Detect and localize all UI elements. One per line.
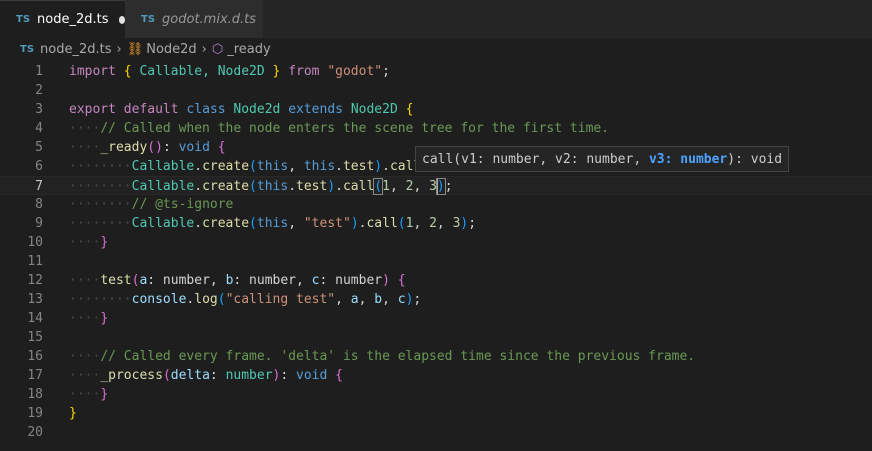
tab-node-2d-ts[interactable]: TS node_2d.ts [0,0,125,38]
typescript-file-icon: TS [20,43,35,55]
line-number: 8 [35,197,43,212]
signature-suffix: ): void [727,151,783,167]
code-line: 15 [0,328,872,347]
class-symbol-icon: ⛓ [126,41,144,57]
code-line: 4 ····// Called when the node enters the… [0,119,872,138]
code-line: 16 ····// Called every frame. 'delta' is… [0,347,872,366]
tab-label: godot.mix.d.ts [162,11,257,27]
method-symbol-icon: ⬡ [211,41,224,57]
code-line: 11 [0,252,872,271]
code-line: 3 export default class Node2d extends No… [0,100,872,119]
code-line-current: 7 ········Callable.create(this.test).cal… [0,176,872,195]
line-number: 4 [35,121,43,136]
chevron-right-icon: › [116,41,122,57]
signature-help-tooltip: call(v1: number, v2: number, v3: number)… [415,146,790,172]
code-line: 20 [0,423,872,442]
tab-bar: TS node_2d.ts TS godot.mix.d.ts [0,0,872,38]
code-line: 14 ····} [0,309,872,328]
line-number: 10 [27,235,43,250]
line-number: 18 [27,387,43,402]
code-line: 12 ····test(a: number, b: number, c: num… [0,271,872,290]
line-number: 17 [27,368,43,383]
code-editor[interactable]: 1 import { Callable, Node2D } from "godo… [0,60,872,451]
signature-active-param: v3: number [648,151,728,167]
line-number: 1 [35,64,43,79]
chevron-right-icon: › [201,41,207,57]
breadcrumb-class[interactable]: Node2d [146,42,196,57]
code-line: 10 ····} [0,233,872,252]
code-line: 19 } [0,404,872,423]
line-number: 11 [27,254,43,269]
typescript-file-icon: TS [141,13,156,25]
line-number: 9 [35,216,43,231]
typescript-file-icon: TS [16,14,31,25]
line-number: 6 [35,159,43,174]
tab-label: node_2d.ts [37,12,109,27]
tab-godot-mix-d-ts[interactable]: TS godot.mix.d.ts [125,0,263,38]
line-number: 12 [27,273,43,288]
line-number: 13 [27,292,43,307]
breadcrumb-file[interactable]: node_2d.ts [40,42,111,57]
code-line: 17 ····_process(delta: number): void { [0,366,872,385]
line-number: 19 [27,406,43,421]
line-number: 5 [35,140,43,155]
line-number: 2 [35,83,43,98]
code-line: 2 [0,81,872,100]
line-number: 15 [27,330,43,345]
code-line: 8 ········// @ts-ignore [0,195,872,214]
line-number: 14 [27,311,43,326]
breadcrumb: TS node_2d.ts › ⛓ Node2d › ⬡ _ready [0,38,872,60]
code-line: 18 ····} [0,385,872,404]
code-line: 9 ········Callable.create(this, "test").… [0,214,872,233]
line-number: 3 [35,102,43,117]
line-number: 7 [35,179,43,194]
code-line: 1 import { Callable, Node2D } from "godo… [0,62,872,81]
line-number: 20 [27,425,43,440]
line-number: 16 [27,349,43,364]
breadcrumb-method[interactable]: _ready [227,42,270,57]
signature-prefix: call(v1: number, v2: number, [422,151,649,167]
code-line: 13 ········console.log("calling test", a… [0,290,872,309]
